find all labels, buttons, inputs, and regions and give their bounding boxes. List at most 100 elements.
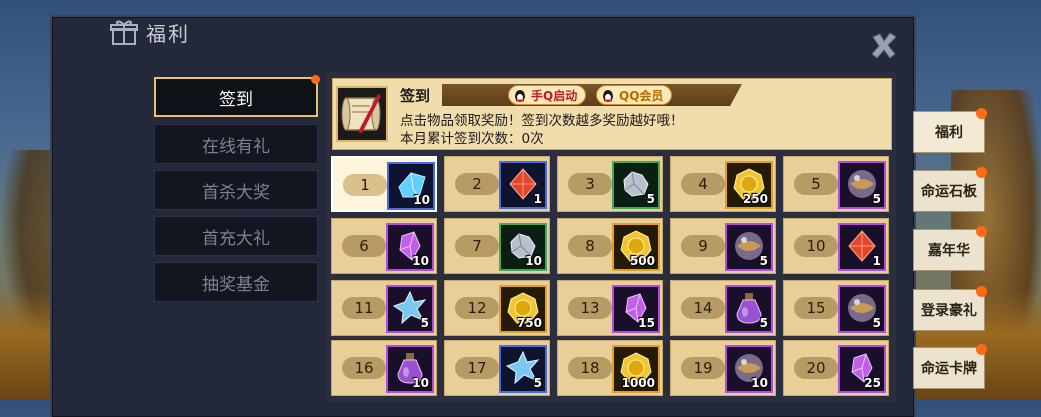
- badge-ribbon: [442, 84, 742, 106]
- reward-item-orb[interactable]: 5: [725, 223, 773, 271]
- reward-cell-day-8[interactable]: 8 500: [557, 218, 663, 274]
- reward-cell-day-17[interactable]: 17 5: [444, 340, 550, 396]
- qq-member-badge[interactable]: QQ会员: [596, 85, 673, 105]
- item-quantity: 250: [742, 192, 768, 206]
- reward-cell-day-18[interactable]: 18 1000: [557, 340, 663, 396]
- reward-item-purple-crystal[interactable]: 10: [386, 223, 434, 271]
- item-quantity: 10: [525, 254, 542, 268]
- day-number: 11: [342, 297, 386, 319]
- reward-cell-day-15[interactable]: 15 5: [783, 280, 889, 336]
- signin-count: 本月累计签到次数：0次: [400, 131, 544, 147]
- day-number: 16: [342, 357, 386, 379]
- day-number: 17: [455, 357, 499, 379]
- reward-cell-day-20[interactable]: 20 25: [783, 340, 889, 396]
- reward-cell-day-10[interactable]: 10 1: [783, 218, 889, 274]
- reward-cell-day-14[interactable]: 14 5: [670, 280, 776, 336]
- gift-icon: [110, 18, 138, 46]
- side-tab-welfare[interactable]: 福利: [913, 108, 987, 153]
- reward-item-purple-crystal[interactable]: 25: [838, 345, 886, 393]
- reward-item-purple-crystal[interactable]: 15: [612, 285, 660, 333]
- item-quantity: 5: [759, 254, 768, 268]
- reward-cell-day-13[interactable]: 13 15: [557, 280, 663, 336]
- reward-item-gold-coin[interactable]: 1000: [612, 345, 660, 393]
- side-tab-fate-card[interactable]: 命运卡牌: [913, 344, 987, 389]
- item-quantity: 1: [872, 254, 881, 268]
- reward-cell-day-6[interactable]: 6 10: [331, 218, 437, 274]
- badge-label: QQ会员: [619, 88, 664, 103]
- day-number: 5: [794, 173, 838, 195]
- tab-label: 在线有礼: [202, 136, 270, 157]
- day-number: 1: [343, 174, 387, 196]
- reward-item-red-gem[interactable]: 1: [499, 161, 547, 209]
- reward-item-gold-coin[interactable]: 250: [725, 161, 773, 209]
- qq-launch-badge[interactable]: 手Q启动: [508, 85, 587, 105]
- signin-title: 签到: [400, 87, 431, 105]
- reward-item-gold-coin[interactable]: 750: [499, 285, 547, 333]
- day-number: 13: [568, 297, 612, 319]
- reward-cell-day-1[interactable]: 1 10: [331, 156, 437, 212]
- reward-item-spiky-crystal[interactable]: 5: [386, 285, 434, 333]
- reward-item-potion[interactable]: 5: [725, 285, 773, 333]
- side-tab-carnival[interactable]: 嘉年华: [913, 226, 987, 271]
- notification-dot: [976, 226, 987, 237]
- scroll-quill-icon: [338, 94, 386, 144]
- day-number: 20: [794, 357, 838, 379]
- reward-item-blue-crystal[interactable]: 10: [387, 162, 435, 210]
- reward-cell-day-11[interactable]: 11 5: [331, 280, 437, 336]
- reward-cell-day-19[interactable]: 19 10: [670, 340, 776, 396]
- close-icon[interactable]: [868, 32, 900, 66]
- reward-item-silver-ore[interactable]: 10: [499, 223, 547, 271]
- day-number: 4: [681, 173, 725, 195]
- side-tab-label: 命运卡牌: [921, 361, 977, 377]
- reward-cell-day-4[interactable]: 4 250: [670, 156, 776, 212]
- close-button[interactable]: [868, 30, 900, 62]
- reward-cell-day-12[interactable]: 12 750: [444, 280, 550, 336]
- reward-cell-day-3[interactable]: 35: [557, 156, 663, 212]
- item-quantity: 5: [533, 376, 542, 390]
- tab-label: 抽奖基金: [202, 274, 270, 295]
- reward-item-orb[interactable]: 10: [725, 345, 773, 393]
- item-quantity: 10: [412, 254, 429, 268]
- tab-lottery-fund[interactable]: 抽奖基金: [154, 262, 318, 302]
- reward-item-orb[interactable]: 5: [838, 285, 886, 333]
- side-tab-label: 命运石板: [921, 184, 977, 200]
- signin-icon-frame: [336, 86, 388, 142]
- day-number: 6: [342, 235, 386, 257]
- reward-item-red-gem[interactable]: 1: [838, 223, 886, 271]
- reward-cell-day-16[interactable]: 16 10: [331, 340, 437, 396]
- reward-cell-day-9[interactable]: 95: [670, 218, 776, 274]
- day-number: 15: [794, 297, 838, 319]
- notification-dot: [976, 286, 987, 297]
- reward-item-silver-ore[interactable]: 5: [612, 161, 660, 209]
- side-tab-fate-slate[interactable]: 命运石板: [913, 167, 987, 212]
- item-quantity: 5: [420, 316, 429, 330]
- reward-cell-day-7[interactable]: 7 10: [444, 218, 550, 274]
- day-number: 10: [794, 235, 838, 257]
- reward-cell-day-2[interactable]: 21: [444, 156, 550, 212]
- tab-signin[interactable]: 签到: [154, 75, 320, 117]
- day-number: 14: [681, 297, 725, 319]
- tab-label: 首杀大奖: [202, 182, 270, 203]
- badge-label: 手Q启动: [531, 88, 578, 103]
- tab-label: 首充大礼: [202, 228, 270, 249]
- reward-item-potion[interactable]: 10: [386, 345, 434, 393]
- notification-dot: [976, 167, 987, 178]
- item-quantity: 25: [864, 376, 881, 390]
- item-quantity: 5: [646, 192, 655, 206]
- item-quantity: 5: [759, 316, 768, 330]
- tab-first-recharge-gift[interactable]: 首充大礼: [154, 216, 318, 256]
- reward-item-spiky-crystal[interactable]: 5: [499, 345, 547, 393]
- item-quantity: 5: [872, 192, 881, 206]
- tab-first-kill-prize[interactable]: 首杀大奖: [154, 170, 318, 210]
- tab-online-gift[interactable]: 在线有礼: [154, 124, 318, 164]
- day-number: 19: [681, 357, 725, 379]
- reward-cell-day-5[interactable]: 55: [783, 156, 889, 212]
- day-number: 2: [455, 173, 499, 195]
- window-title: 福利: [146, 22, 190, 46]
- item-quantity: 1000: [621, 376, 655, 390]
- reward-item-orb[interactable]: 5: [838, 161, 886, 209]
- reward-item-gold-coin[interactable]: 500: [612, 223, 660, 271]
- side-tab-login-gift[interactable]: 登录豪礼: [913, 286, 987, 331]
- item-quantity: 750: [516, 316, 542, 330]
- day-number: 3: [568, 173, 612, 195]
